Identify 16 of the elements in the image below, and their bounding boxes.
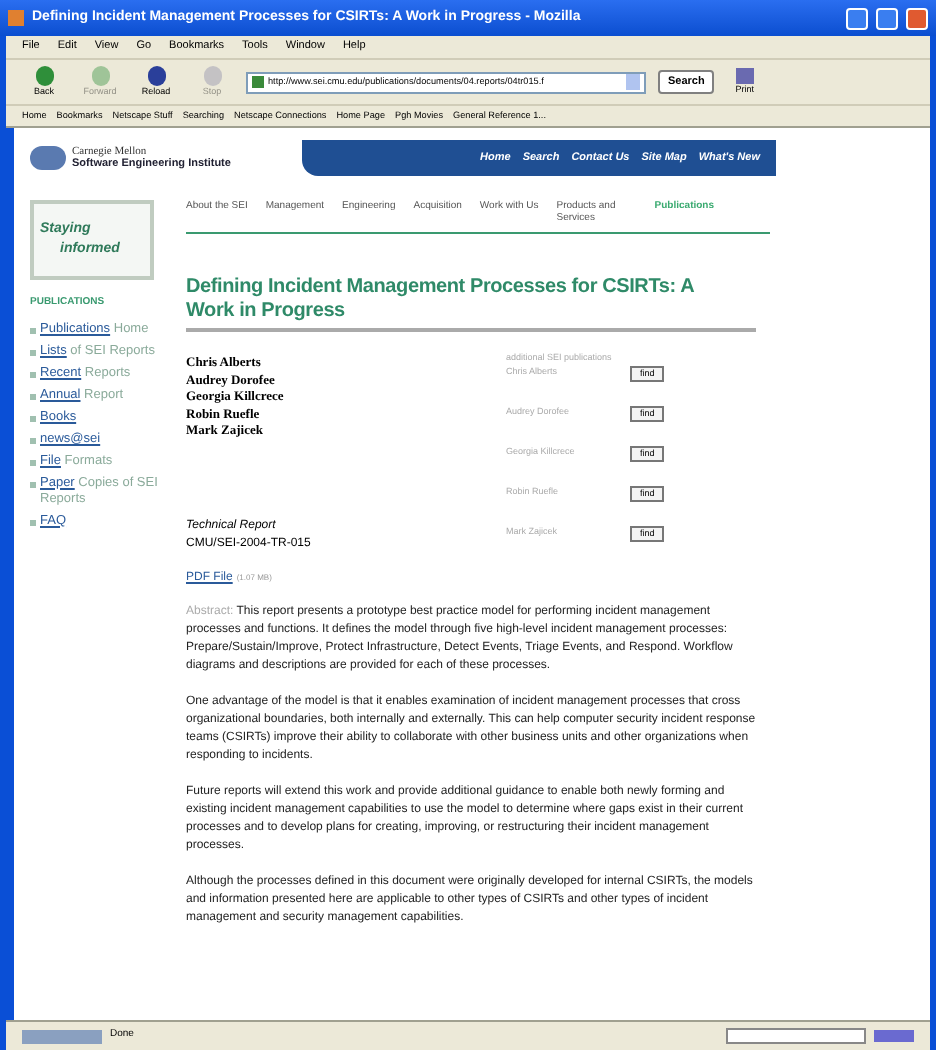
bullet-icon bbox=[30, 349, 36, 355]
maximize-button[interactable] bbox=[876, 7, 898, 29]
progress-field bbox=[726, 1028, 866, 1044]
close-button[interactable] bbox=[906, 7, 928, 29]
bullet-icon bbox=[30, 459, 36, 465]
bullet-icon bbox=[30, 393, 36, 399]
bullet-icon bbox=[30, 327, 36, 333]
minimize-button[interactable] bbox=[846, 7, 868, 29]
bullet-icon bbox=[30, 519, 36, 525]
app-icon bbox=[8, 10, 24, 26]
bullet-icon bbox=[30, 437, 36, 443]
bullet-icon bbox=[30, 371, 36, 377]
bullet-icon bbox=[30, 415, 36, 421]
seal-logo-icon bbox=[30, 146, 66, 170]
page-title: Defining Incident Management Processes for CSIRTs: A Work in Progress bbox=[186, 276, 696, 324]
bullet-icon bbox=[30, 481, 36, 487]
